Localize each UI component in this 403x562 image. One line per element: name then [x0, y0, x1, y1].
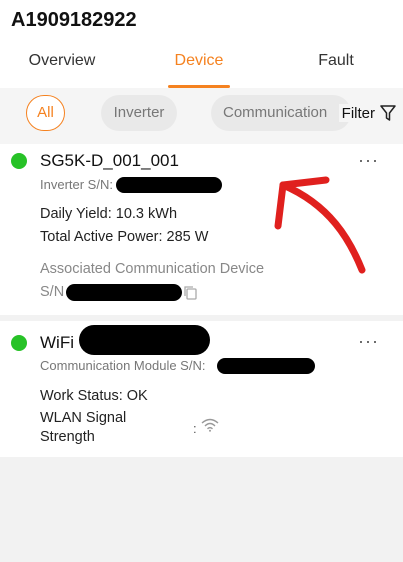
- associated-device-label: Associated Communication Device: [40, 261, 265, 277]
- tab-fault[interactable]: Fault: [274, 48, 398, 88]
- work-status: Work Status: OK: [40, 388, 148, 404]
- daily-yield: Daily Yield: 10.3 kWh: [40, 206, 178, 222]
- more-options-button[interactable]: ···: [358, 150, 379, 171]
- tab-overview[interactable]: Overview: [0, 48, 124, 88]
- copy-icon[interactable]: [182, 284, 200, 302]
- redacted-serial: [217, 358, 315, 374]
- page-title: A1909182922: [11, 9, 137, 31]
- app-header: A1909182922 Overview Device Fault: [0, 0, 403, 88]
- total-active-power: Total Active Power: 285 W: [40, 229, 209, 245]
- online-status-dot: [11, 153, 27, 169]
- wlan-signal-label-1: WLAN Signal: [40, 410, 127, 426]
- online-status-dot: [11, 335, 27, 351]
- inverter-sn-label: Inverter S/N:: [40, 177, 113, 192]
- tab-bar: Overview Device Fault: [0, 48, 403, 88]
- device-name: SG5K-D_001_001: [40, 151, 179, 170]
- redacted-serial: [116, 177, 222, 193]
- filter-button[interactable]: Filter: [338, 104, 397, 122]
- device-name: WiFi: [40, 333, 74, 352]
- chip-inverter[interactable]: Inverter: [101, 95, 177, 131]
- redacted-associated-serial: [66, 284, 182, 301]
- device-card-wifi[interactable]: WiFi ··· Communication Module S/N: Work …: [0, 321, 403, 457]
- wlan-signal-label-2: Strength: [40, 429, 95, 445]
- redacted-device-id: [79, 325, 210, 355]
- funnel-icon: [380, 105, 396, 121]
- device-filter-bar: All Inverter Communication Filter: [0, 88, 403, 144]
- filter-label: Filter: [341, 104, 375, 122]
- associated-sn-label: S/N: [40, 284, 65, 300]
- chip-all[interactable]: All: [26, 95, 65, 131]
- module-sn-label: Communication Module S/N:: [40, 358, 206, 373]
- device-card-inverter[interactable]: SG5K-D_001_001 ··· Inverter S/N: Daily Y…: [0, 144, 403, 315]
- tab-device[interactable]: Device: [137, 48, 261, 88]
- wlan-separator: :: [193, 421, 197, 436]
- wifi-signal-icon: [201, 418, 219, 432]
- more-options-button[interactable]: ···: [358, 331, 379, 352]
- chip-communication[interactable]: Communication: [211, 95, 351, 131]
